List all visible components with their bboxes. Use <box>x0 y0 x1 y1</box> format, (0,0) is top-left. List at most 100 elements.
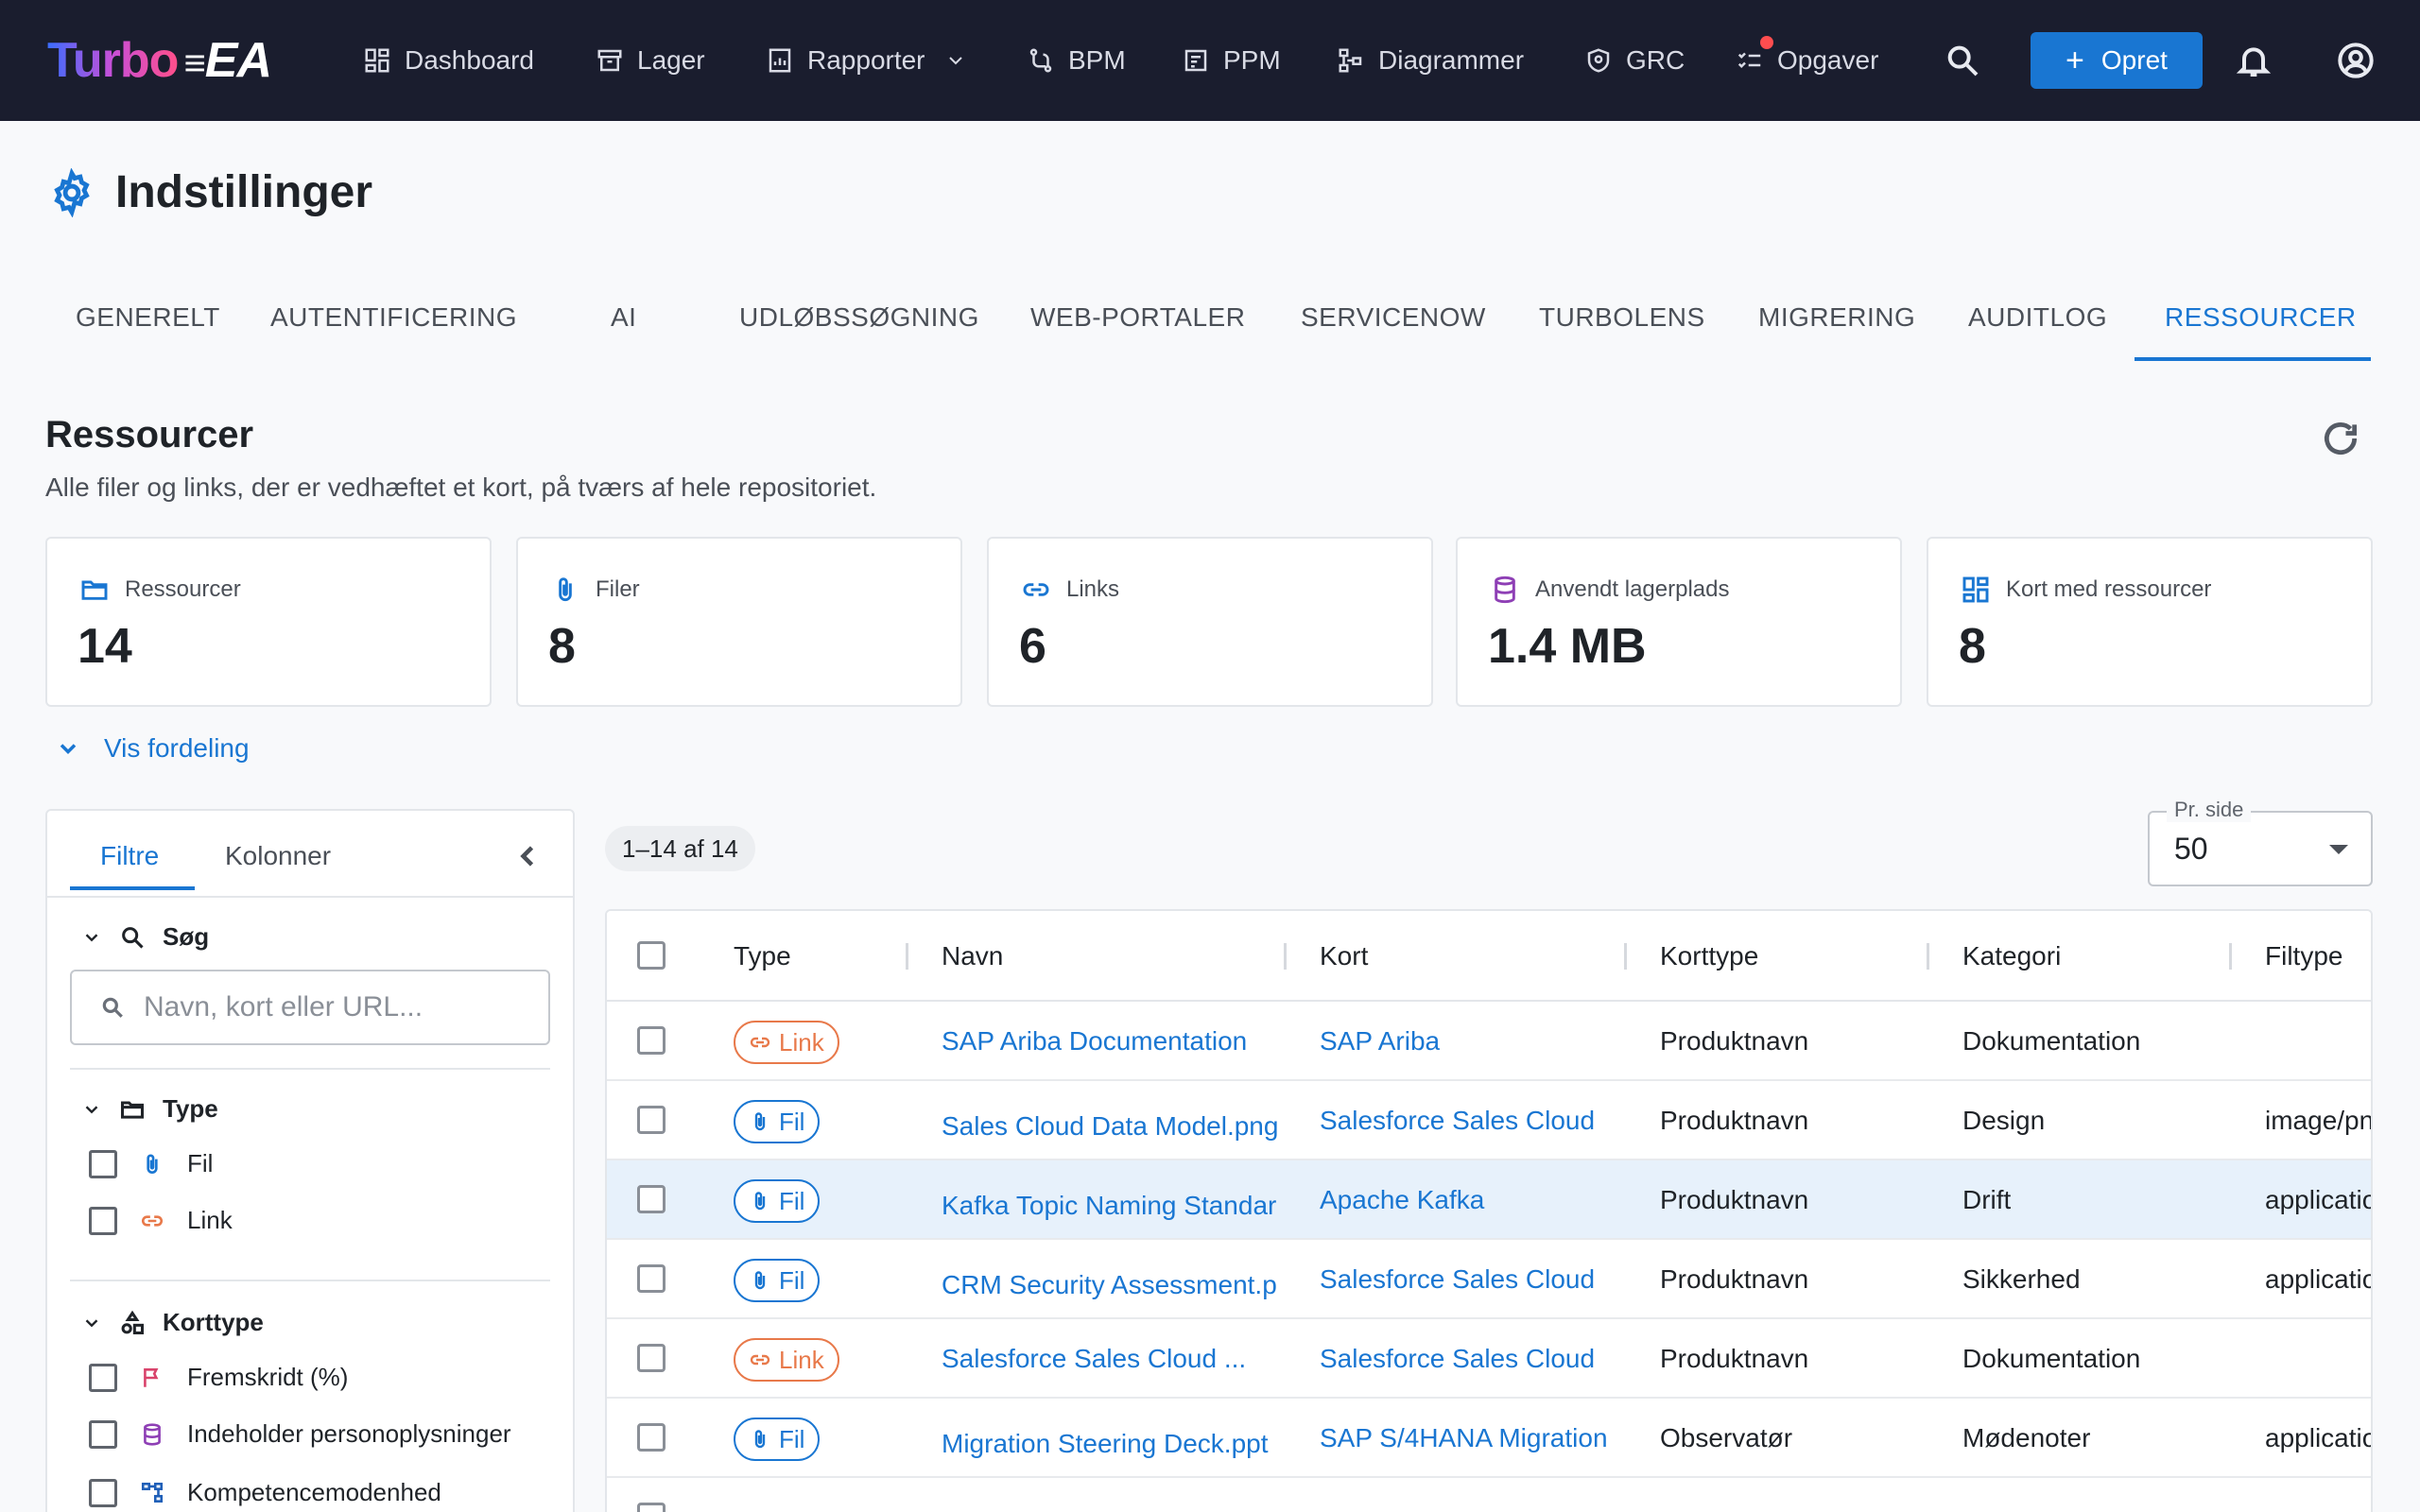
nav-opgaver[interactable]: Opgaver <box>1736 36 1878 85</box>
tab-turbolens[interactable]: TURBOLENS <box>1539 302 1705 333</box>
card-link[interactable]: Apache Kafka <box>1320 1185 1622 1215</box>
type-chip-label: Fil <box>779 1186 805 1215</box>
card-link[interactable]: Salesforce Sales Cloud <box>1320 1264 1622 1295</box>
filter-search-input[interactable] <box>144 991 522 1023</box>
stat-value: 14 <box>78 619 132 674</box>
search-section-header[interactable]: Søg <box>81 922 209 952</box>
nav-diagrammer[interactable]: Diagrammer <box>1337 36 1524 85</box>
card-link[interactable]: Salesforce Sales Cloud <box>1320 1344 1622 1374</box>
nav-dashboard[interactable]: Dashboard <box>363 36 534 85</box>
resource-name-link[interactable]: Salesforce Sales Cloud ... <box>942 1344 1282 1374</box>
notifications-button[interactable] <box>2229 36 2278 85</box>
collapse-panel-button[interactable] <box>510 839 544 873</box>
row-checkbox[interactable] <box>637 1423 666 1452</box>
column-separator[interactable] <box>1927 943 1929 970</box>
column-separator[interactable] <box>1284 943 1287 970</box>
type-chip-link: Link <box>734 1338 839 1382</box>
column-separator[interactable] <box>2229 943 2232 970</box>
column-header-cardtype[interactable]: Korttype <box>1660 941 1758 971</box>
column-header-card[interactable]: Kort <box>1320 941 1368 971</box>
resource-name-link[interactable]: Kafka Topic Naming Standar <box>942 1191 1282 1221</box>
table-row[interactable]: Fil Migration Steering Deck.ppt SAP S/4H… <box>607 1399 2371 1478</box>
checkbox[interactable] <box>89 1149 117 1178</box>
tab-columns[interactable]: Kolonner <box>225 841 331 871</box>
table-row[interactable]: Fil CRM Security Assessment.p Salesforce… <box>607 1240 2371 1319</box>
grid-icon <box>1962 576 1989 603</box>
category-cell: Drift <box>1962 1185 2012 1214</box>
column-separator[interactable] <box>1624 943 1627 970</box>
app-logo[interactable]: Turbo ≡EA <box>47 33 272 88</box>
nav-rapporter[interactable]: Rapporter <box>766 36 967 85</box>
tab-generelt[interactable]: GENERELT <box>76 302 220 333</box>
resource-name-link[interactable]: SAP Ariba Documentation <box>942 1026 1282 1057</box>
card-link[interactable]: SAP Ariba <box>1320 1026 1622 1057</box>
tab-web-portaler[interactable]: WEB-PORTALER <box>1030 302 1245 333</box>
row-checkbox[interactable] <box>637 1503 666 1512</box>
nav-lager[interactable]: Lager <box>596 36 705 85</box>
filter-search-field[interactable] <box>70 970 550 1045</box>
tab-filters[interactable]: Filtre <box>100 841 159 871</box>
row-checkbox[interactable] <box>637 1264 666 1293</box>
nav-lager-label: Lager <box>637 45 705 75</box>
filter-type-link[interactable]: Link <box>89 1206 233 1235</box>
table-row[interactable]: Link SAP Ariba Documentation SAP Ariba P… <box>607 1002 2371 1081</box>
refresh-button[interactable] <box>2320 418 2361 459</box>
checkbox[interactable] <box>89 1419 117 1449</box>
filter-cardtype-personal-data[interactable]: Indeholder personoplysninger <box>89 1419 511 1449</box>
type-chip-label: Fil <box>779 1107 805 1136</box>
tab-ressourcer[interactable]: RESSOURCER <box>2165 302 2357 333</box>
filter-cardtype-competence[interactable]: Kompetencemodenhed <box>89 1478 441 1507</box>
column-header-category[interactable]: Kategori <box>1962 941 2061 971</box>
nav-bpm[interactable]: BPM <box>1027 36 1126 85</box>
table-row[interactable]: Fil Sales Cloud Data Model.png Salesforc… <box>607 1081 2371 1160</box>
flag-icon <box>144 1367 159 1387</box>
create-button[interactable]: + Opret <box>2031 32 2203 89</box>
checkbox[interactable] <box>89 1478 117 1507</box>
table-row[interactable] <box>607 1478 2371 1512</box>
account-circle-icon <box>2338 43 2374 78</box>
tab-autentificering[interactable]: AUTENTIFICERING <box>270 302 517 333</box>
resource-name-link[interactable]: CRM Security Assessment.p <box>942 1270 1282 1300</box>
tab-migrering[interactable]: MIGRERING <box>1758 302 1915 333</box>
filter-type-file[interactable]: Fil <box>89 1149 213 1178</box>
column-header-filetype[interactable]: Filtype <box>2265 941 2342 971</box>
stat-card-resources: Ressourcer 14 <box>45 537 492 707</box>
column-header-name[interactable]: Navn <box>942 941 1003 971</box>
table-header: Type Navn Kort Korttype Kategori Filtype <box>607 911 2371 1002</box>
row-checkbox[interactable] <box>637 1026 666 1055</box>
type-section-header[interactable]: Type <box>81 1094 218 1124</box>
select-all-checkbox[interactable] <box>637 941 666 970</box>
column-separator[interactable] <box>906 943 908 970</box>
row-checkbox[interactable] <box>637 1106 666 1134</box>
checkbox[interactable] <box>89 1363 117 1392</box>
resource-name-link[interactable]: Sales Cloud Data Model.png <box>942 1111 1282 1142</box>
active-tab-indicator <box>2135 357 2371 361</box>
resource-name-link[interactable]: Migration Steering Deck.ppt <box>942 1429 1282 1459</box>
table-row[interactable]: Fil Kafka Topic Naming Standar Apache Ka… <box>607 1160 2371 1240</box>
tab-auditlog[interactable]: AUDITLOG <box>1968 302 2107 333</box>
tab-ai[interactable]: AI <box>611 302 636 333</box>
nav-ppm[interactable]: PPM <box>1182 36 1281 85</box>
filter-option-label: Indeholder personoplysninger <box>187 1419 511 1448</box>
shapes-icon <box>121 1310 145 1334</box>
filter-panel: Filtre Kolonner Søg Type Fil Link Kortty… <box>45 809 575 1512</box>
filter-cardtype-progress[interactable]: Fremskridt (%) <box>89 1363 348 1392</box>
checkbox[interactable] <box>89 1206 117 1235</box>
row-checkbox[interactable] <box>637 1344 666 1372</box>
tab-servicenow[interactable]: SERVICENOW <box>1301 302 1486 333</box>
refresh-icon <box>2324 421 2358 455</box>
card-link[interactable]: SAP S/4HANA Migration <box>1320 1423 1622 1453</box>
table-row[interactable]: Link Salesforce Sales Cloud ... Salesfor… <box>607 1319 2371 1399</box>
column-header-type[interactable]: Type <box>734 941 791 971</box>
card-link[interactable]: Salesforce Sales Cloud <box>1320 1106 1622 1136</box>
cardtype-section-header[interactable]: Korttype <box>81 1308 264 1337</box>
search-button[interactable] <box>1938 36 1987 85</box>
per-page-select[interactable]: Pr. side 50 <box>2148 798 2373 886</box>
account-button[interactable] <box>2331 36 2380 85</box>
tab-udloebssoegning[interactable]: UDLØBSSØGNING <box>739 302 979 333</box>
show-distribution-toggle[interactable]: Vis fordeling <box>55 733 250 764</box>
row-checkbox[interactable] <box>637 1185 666 1213</box>
project-icon <box>1184 49 1207 72</box>
nav-grc[interactable]: GRC <box>1584 36 1685 85</box>
cardtype-cell: Produktnavn <box>1660 1264 1809 1294</box>
